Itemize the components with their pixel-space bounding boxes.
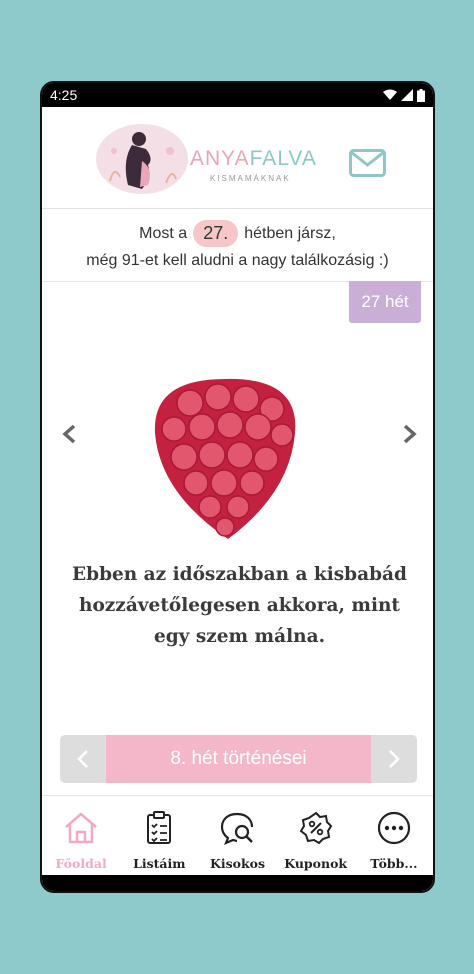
tab-home[interactable]: Főoldal — [43, 810, 119, 881]
more-icon — [377, 811, 410, 845]
next-arrow-icon[interactable] — [399, 423, 419, 445]
raspberry-image — [154, 378, 296, 539]
home-icon — [65, 812, 97, 844]
status-icons — [383, 88, 425, 102]
info-prefix: Most a — [139, 224, 188, 242]
tab-lists[interactable]: Listáim — [121, 810, 197, 881]
mail-icon[interactable] — [349, 149, 386, 177]
battery-icon — [417, 88, 425, 102]
prev-arrow-icon[interactable] — [60, 423, 80, 445]
logo-image — [96, 124, 188, 194]
logo-subtitle: KISMAMÁKNAK — [210, 174, 291, 183]
logo-text-falva: FALVA — [249, 147, 317, 170]
logo-text-anya: ANYA — [190, 147, 250, 170]
pregnancy-info: Most a 27. hétben jársz, még 91-et kell … — [42, 210, 433, 282]
info-countdown: még 91-et kell aludni a nagy találkozási… — [86, 252, 389, 269]
week-events-button[interactable]: 8. hét történései — [106, 735, 371, 783]
phone-screen: 4:25 ANYAFALVA KISMAMÁKNAK Most a 27. hé… — [40, 81, 435, 893]
wifi-icon — [383, 89, 397, 100]
coupon-icon — [299, 811, 332, 845]
current-week-pill: 27. — [193, 220, 239, 247]
size-description: Ebben az időszakban a kisbabád hozzávető… — [72, 564, 407, 647]
app-header: ANYAFALVA KISMAMÁKNAK — [42, 107, 433, 209]
tab-lists-label: Listáim — [133, 856, 186, 871]
week-events-bar: 8. hét történései — [60, 735, 417, 783]
week-events-next-button[interactable] — [371, 735, 417, 783]
tab-home-label: Főoldal — [55, 856, 107, 871]
tab-guide-label: Kisokos — [209, 856, 265, 871]
chevron-left-icon — [77, 750, 88, 768]
chat-search-icon — [221, 812, 254, 846]
chevron-right-icon — [389, 750, 400, 768]
info-suffix: hétben jársz, — [244, 224, 336, 242]
system-nav-bar — [42, 875, 433, 891]
tab-more-label: Több... — [370, 856, 418, 871]
bottom-tab-bar: Főoldal Listáim Kisokos Kuponok Több... — [42, 795, 433, 881]
status-time: 4:25 — [50, 87, 78, 103]
tab-coupons[interactable]: Kuponok — [278, 810, 354, 881]
week-events-prev-button[interactable] — [60, 735, 106, 783]
week-badge: 27 hét — [349, 281, 421, 323]
tab-coupons-label: Kuponok — [284, 856, 348, 871]
tab-more[interactable]: Több... — [356, 810, 432, 881]
signal-icon — [401, 89, 413, 101]
status-bar: 4:25 — [42, 83, 433, 107]
logo-text: ANYAFALVA — [190, 147, 317, 171]
checklist-icon — [147, 811, 172, 844]
tab-guide[interactable]: Kisokos — [199, 810, 275, 881]
